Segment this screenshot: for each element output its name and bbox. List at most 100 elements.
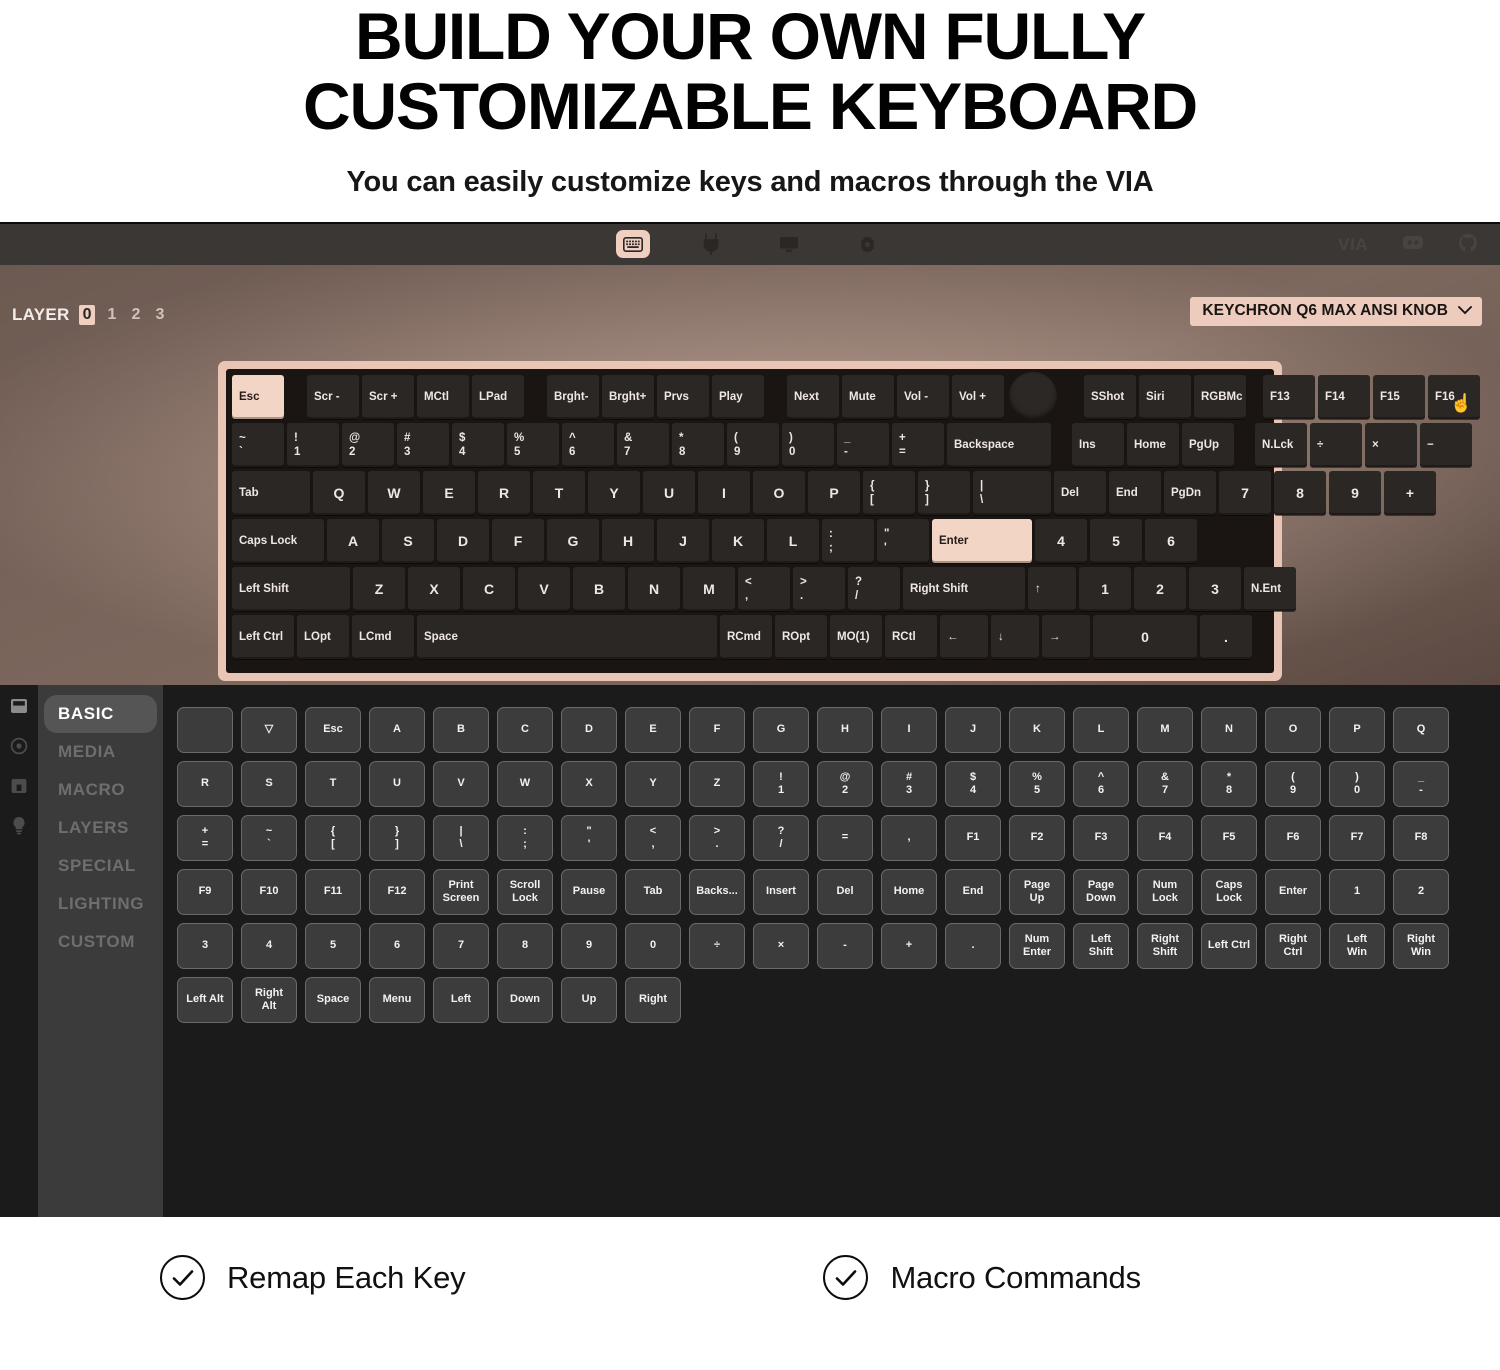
picker-key-down[interactable]: Page Down bbox=[1073, 868, 1129, 915]
kb-key-j[interactable]: J bbox=[657, 518, 709, 563]
kb-key-y[interactable]: Y bbox=[588, 470, 640, 515]
picker-key-del[interactable]: Del bbox=[817, 868, 873, 915]
picker-key-1[interactable]: ! 1 bbox=[753, 760, 809, 807]
layer-tab-2[interactable]: 2 bbox=[128, 306, 143, 324]
kb-key-[interactable]: ↓ bbox=[991, 614, 1039, 659]
picker-key-a[interactable]: A bbox=[369, 706, 425, 753]
kb-key-d[interactable]: D bbox=[437, 518, 489, 563]
picker-key-win[interactable]: Left Win bbox=[1329, 922, 1385, 969]
kb-key-l[interactable]: L bbox=[767, 518, 819, 563]
kb-key-end[interactable]: End bbox=[1109, 470, 1161, 515]
kb-key-f16[interactable]: F16 bbox=[1428, 374, 1480, 419]
picker-key-f[interactable]: F bbox=[689, 706, 745, 753]
picker-key-k[interactable]: K bbox=[1009, 706, 1065, 753]
kb-key-v[interactable]: V bbox=[518, 566, 570, 611]
picker-key-u[interactable]: U bbox=[369, 760, 425, 807]
kb-key-[interactable]: ← bbox=[940, 614, 988, 659]
picker-key-[interactable]: . bbox=[945, 922, 1001, 969]
picker-key-v[interactable]: V bbox=[433, 760, 489, 807]
picker-key--[interactable]: + = bbox=[177, 814, 233, 861]
kb-key-0[interactable]: 0 bbox=[1093, 614, 1197, 659]
picker-key-r[interactable]: R bbox=[177, 760, 233, 807]
kb-key-[interactable]: → bbox=[1042, 614, 1090, 659]
picker-key-alt[interactable]: Right Alt bbox=[241, 976, 297, 1023]
layer-tab-1[interactable]: 1 bbox=[104, 306, 119, 324]
picker-key-lock[interactable]: Num Lock bbox=[1137, 868, 1193, 915]
picker-key--[interactable]: }] bbox=[369, 814, 425, 861]
layer-tab-0[interactable]: 0 bbox=[78, 304, 96, 325]
picker-key-down[interactable]: Down bbox=[497, 976, 553, 1023]
kb-key-0[interactable]: ) 0 bbox=[782, 422, 834, 467]
kb-key-8[interactable]: 8 bbox=[1274, 470, 1326, 515]
picker-key-f11[interactable]: F11 bbox=[305, 868, 361, 915]
picker-key--[interactable]: >. bbox=[689, 814, 745, 861]
kb-key-s[interactable]: S bbox=[382, 518, 434, 563]
kb-key-pgup[interactable]: PgUp bbox=[1182, 422, 1234, 467]
picker-key-9[interactable]: (9 bbox=[1265, 760, 1321, 807]
kb-key-brght[interactable]: Brght- bbox=[547, 374, 599, 419]
discord-icon[interactable] bbox=[1402, 234, 1424, 256]
kb-key-[interactable]: + bbox=[1384, 470, 1436, 515]
kb-key-[interactable]: ↑ bbox=[1028, 566, 1076, 611]
rotary-knob[interactable] bbox=[1009, 371, 1057, 420]
picker-key-q[interactable]: Q bbox=[1393, 706, 1449, 753]
kb-key-1[interactable]: ! 1 bbox=[287, 422, 339, 467]
kb-key-[interactable]: . bbox=[1200, 614, 1252, 659]
kb-key-'[interactable]: " ' bbox=[877, 518, 929, 563]
picker-key--[interactable]: ~ ` bbox=[241, 814, 297, 861]
kb-key-f13[interactable]: F13 bbox=[1263, 374, 1315, 419]
kb-key-3[interactable]: 3 bbox=[1189, 566, 1241, 611]
picker-key-m[interactable]: M bbox=[1137, 706, 1193, 753]
kb-key-k[interactable]: K bbox=[712, 518, 764, 563]
picker-key-5[interactable]: 5 bbox=[305, 922, 361, 969]
kb-key-=[interactable]: + = bbox=[892, 422, 944, 467]
picker-key-enter[interactable]: Enter bbox=[1265, 868, 1321, 915]
picker-key-[interactable]: ▽ bbox=[241, 706, 297, 753]
kb-key-b[interactable]: B bbox=[573, 566, 625, 611]
kb-key-siri[interactable]: Siri bbox=[1139, 374, 1191, 419]
kb-key-home[interactable]: Home bbox=[1127, 422, 1179, 467]
kb-key-lpad[interactable]: LPad bbox=[472, 374, 524, 419]
picker-key-up[interactable]: Up bbox=[561, 976, 617, 1023]
kb-key-.[interactable]: >. bbox=[793, 566, 845, 611]
picker-key--[interactable]: <, bbox=[625, 814, 681, 861]
picker-key-space[interactable]: Space bbox=[305, 976, 361, 1023]
picker-key-g[interactable]: G bbox=[753, 706, 809, 753]
kb-key-4[interactable]: 4 bbox=[1035, 518, 1087, 563]
kb-key-rcmd[interactable]: RCmd bbox=[720, 614, 772, 659]
kb-key-brght[interactable]: Brght+ bbox=[602, 374, 654, 419]
kb-key-2[interactable]: @2 bbox=[342, 422, 394, 467]
picker-key-end[interactable]: End bbox=[945, 868, 1001, 915]
gear-icon[interactable] bbox=[850, 230, 884, 258]
kb-key-\[interactable]: | \ bbox=[973, 470, 1051, 515]
picker-key-f4[interactable]: F4 bbox=[1137, 814, 1193, 861]
picker-key-h[interactable]: H bbox=[817, 706, 873, 753]
kb-key-scr[interactable]: Scr - bbox=[307, 374, 359, 419]
picker-key-p[interactable]: P bbox=[1329, 706, 1385, 753]
picker-key-[interactable]: = bbox=[817, 814, 873, 861]
picker-key-tab[interactable]: Tab bbox=[625, 868, 681, 915]
picker-key-left-alt[interactable]: Left Alt bbox=[177, 976, 233, 1023]
picker-key-f6[interactable]: F6 bbox=[1265, 814, 1321, 861]
kb-key-vol[interactable]: Vol + bbox=[952, 374, 1004, 419]
picker-key-o[interactable]: O bbox=[1265, 706, 1321, 753]
picker-key-i[interactable]: I bbox=[881, 706, 937, 753]
kb-key-h[interactable]: H bbox=[602, 518, 654, 563]
kb-key-lcmd[interactable]: LCmd bbox=[352, 614, 414, 659]
picker-key-z[interactable]: Z bbox=[689, 760, 745, 807]
picker-key-left-ctrl[interactable]: Left Ctrl bbox=[1201, 922, 1257, 969]
kb-key-7[interactable]: 7 bbox=[1219, 470, 1271, 515]
kb-key-o[interactable]: O bbox=[753, 470, 805, 515]
picker-key-menu[interactable]: Menu bbox=[369, 976, 425, 1023]
picker-key--[interactable]: ? / bbox=[753, 814, 809, 861]
picker-key-f1[interactable]: F1 bbox=[945, 814, 1001, 861]
picker-key-x[interactable]: X bbox=[561, 760, 617, 807]
picker-key-b[interactable]: B bbox=[433, 706, 489, 753]
kb-key-vol[interactable]: Vol - bbox=[897, 374, 949, 419]
category-lighting[interactable]: LIGHTING bbox=[44, 885, 157, 923]
kb-key-mctl[interactable]: MCtl bbox=[417, 374, 469, 419]
picker-key-lock[interactable]: Scroll Lock bbox=[497, 868, 553, 915]
picker-key-f9[interactable]: F9 bbox=[177, 868, 233, 915]
kb-key-e[interactable]: E bbox=[423, 470, 475, 515]
kb-key-space[interactable]: Space bbox=[417, 614, 717, 659]
